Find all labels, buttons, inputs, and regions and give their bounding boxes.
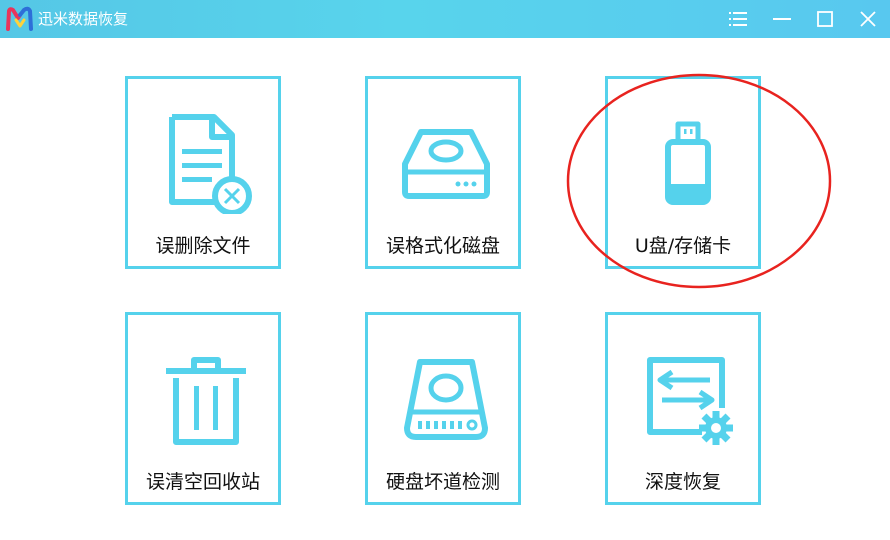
- tile-label: 误格式化磁盘: [385, 235, 500, 257]
- tile-usb-drive[interactable]: U盘/存储卡: [605, 76, 761, 269]
- deleted-file-icon: [169, 114, 252, 214]
- menu-button[interactable]: [723, 4, 753, 34]
- disk-icon: [402, 129, 490, 199]
- title-bar: 迅米数据恢复: [0, 0, 890, 38]
- app-title: 迅米数据恢复: [38, 10, 129, 28]
- hard-drive-icon: [404, 359, 488, 440]
- tile-label: U盘/存储卡: [634, 235, 732, 257]
- tile-formatted-disk[interactable]: 误格式化磁盘: [365, 76, 521, 269]
- close-button[interactable]: [853, 4, 883, 34]
- usb-drive-icon: [665, 121, 711, 205]
- minimize-icon: [773, 18, 791, 20]
- tile-recycle-bin[interactable]: 误清空回收站: [125, 312, 281, 505]
- deep-recovery-icon: [647, 357, 733, 445]
- minimize-button[interactable]: [767, 4, 797, 34]
- maximize-icon: [817, 11, 833, 27]
- close-icon: [860, 11, 876, 27]
- tile-label: 误删除文件: [155, 235, 251, 257]
- app-logo-icon: [6, 6, 33, 31]
- menu-icon: [729, 12, 747, 26]
- tile-label: 深度恢复: [644, 471, 721, 493]
- tile-deep-recovery[interactable]: 深度恢复: [605, 312, 761, 505]
- tile-label: 误清空回收站: [145, 471, 260, 493]
- tile-deleted-file[interactable]: 误删除文件: [125, 76, 281, 269]
- maximize-button[interactable]: [810, 4, 840, 34]
- tile-label: 硬盘坏道检测: [385, 471, 500, 493]
- tile-hard-drive-check[interactable]: 硬盘坏道检测: [365, 312, 521, 505]
- trash-bin-icon: [166, 357, 246, 445]
